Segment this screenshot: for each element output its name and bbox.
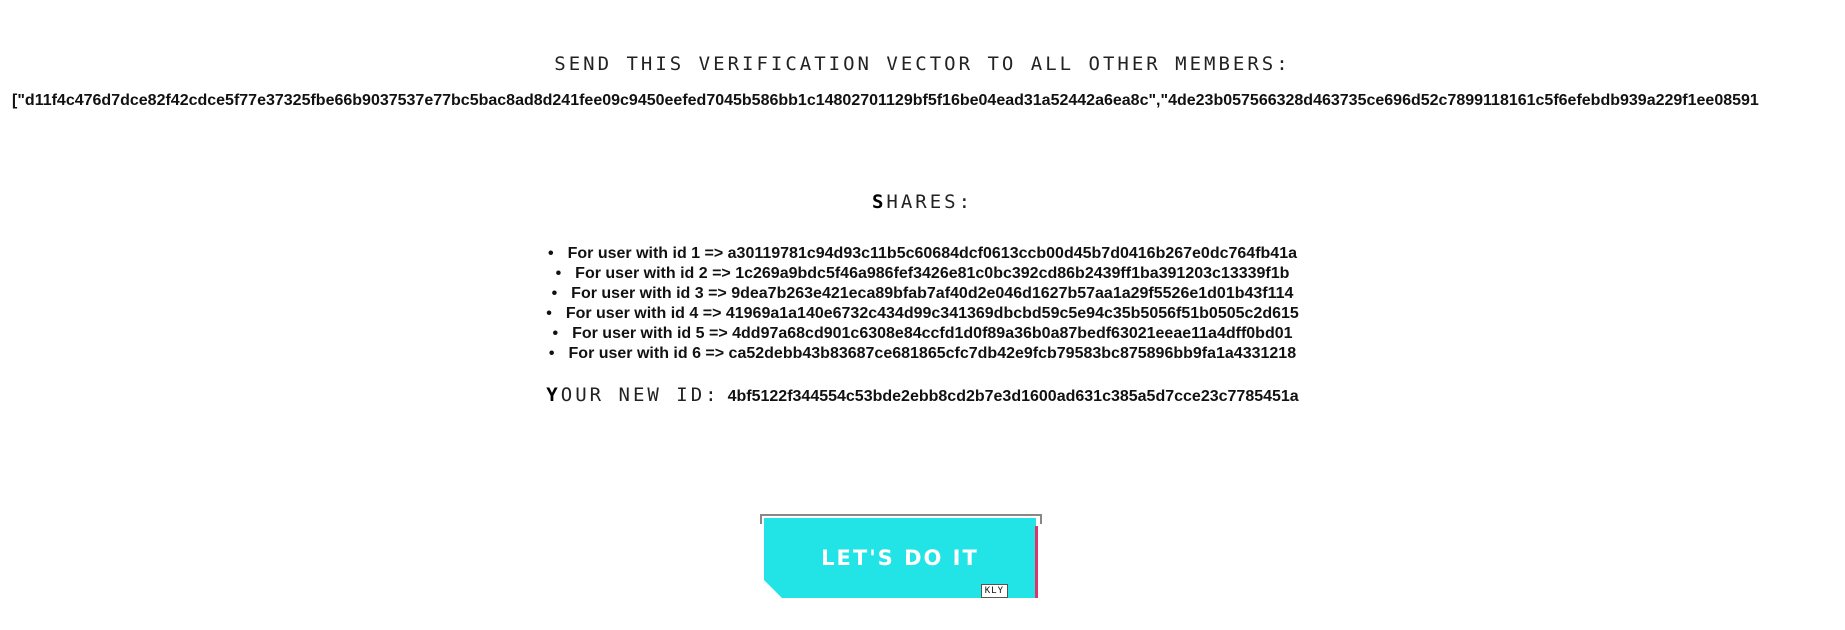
- share-item: • For user with id 3 => 9dea7b263e421eca8…: [0, 284, 1845, 304]
- bullet-icon: •: [552, 325, 559, 342]
- share-item: • For user with id 5 => 4dd97a68cd901c630…: [0, 324, 1845, 344]
- share-item: • For user with id 6 => ca52debb43b83687c…: [0, 344, 1845, 364]
- verification-heading: SEND THIS VERIFICATION VECTOR TO ALL OTH…: [554, 53, 1291, 75]
- verification-vector: ["d11f4c476d7dce82f42cdce5f77e37325fbe66…: [12, 92, 1759, 109]
- cta-tag: KLY: [980, 584, 1008, 598]
- share-item-label: For user with id 6 => ca52debb43b83687ce…: [568, 345, 1297, 362]
- shares-heading-rest: HARES:: [886, 191, 974, 213]
- cta-container: LET'S DO IT KLY: [760, 514, 1042, 598]
- share-item: • For user with id 2 => 1c269a9bdc5f46a98…: [0, 264, 1845, 284]
- share-item: • For user with id 4 => 41969a1a140e6732c…: [0, 304, 1845, 324]
- cta-frame: [760, 514, 1042, 524]
- shares-heading: SHARES:: [0, 191, 1845, 213]
- share-item-label: For user with id 3 => 9dea7b263e421eca89…: [571, 285, 1294, 302]
- share-item-label: For user with id 2 => 1c269a9bdc5f46a986…: [575, 265, 1290, 282]
- cta-accent-edge: [1035, 526, 1038, 598]
- bullet-icon: •: [546, 305, 552, 322]
- bullet-icon: •: [555, 265, 562, 282]
- share-item: • For user with id 1 => a30119781c94d93c1…: [0, 244, 1845, 264]
- bullet-icon: •: [548, 345, 555, 362]
- new-id-label-rest: OUR NEW ID:: [560, 384, 720, 406]
- new-id-label-initial: Y: [546, 384, 561, 406]
- new-id-value: 4bf5122f344554c53bde2ebb8cd2b7e3d1600ad6…: [727, 388, 1299, 405]
- new-id-label: YOUR NEW ID:: [546, 384, 719, 406]
- bullet-icon: •: [548, 245, 554, 262]
- shares-list: • For user with id 1 => a30119781c94d93c1…: [0, 244, 1845, 364]
- share-item-label: For user with id 4 => 41969a1a140e6732c4…: [565, 305, 1299, 322]
- share-item-label: For user with id 5 => 4dd97a68cd901c6308…: [572, 325, 1293, 342]
- shares-heading-initial: S: [871, 191, 887, 213]
- share-item-label: For user with id 1 => a30119781c94d93c11…: [567, 245, 1297, 262]
- new-id-row: YOUR NEW ID: 4bf5122f344554c53bde2ebb8cd2…: [0, 384, 1845, 406]
- bullet-icon: •: [551, 285, 558, 302]
